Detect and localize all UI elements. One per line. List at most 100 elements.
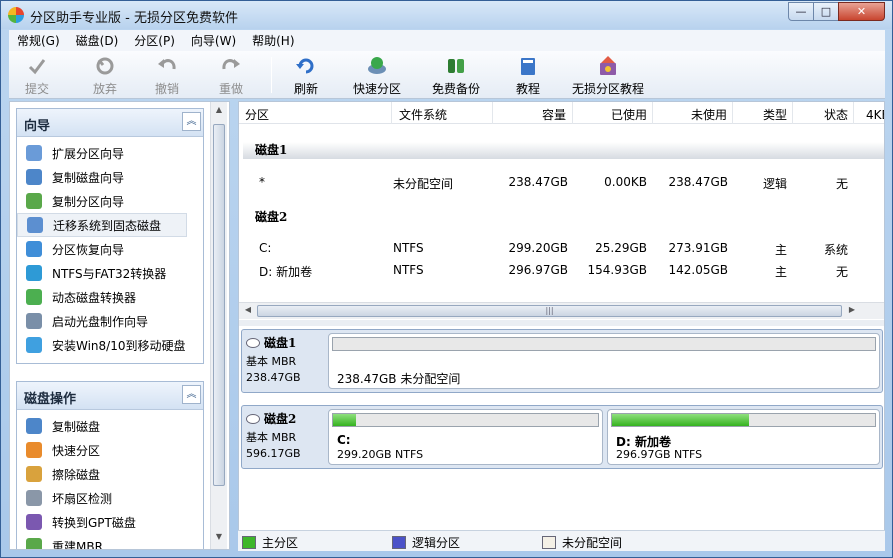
legend-bar: 主分区 逻辑分区 未分配空间 bbox=[238, 530, 885, 551]
partition-c[interactable]: C: 299.20GB NTFS bbox=[328, 409, 603, 465]
recovery-icon bbox=[26, 241, 42, 257]
partition-c-usage-bar bbox=[332, 413, 599, 427]
legend-unallocated-label: 未分配空间 bbox=[562, 536, 623, 550]
free-backup-button[interactable]: 免费备份 bbox=[432, 55, 480, 97]
scroll-up-arrow-icon[interactable]: ▲ bbox=[213, 105, 225, 119]
op-wipe-disk[interactable]: 擦除磁盘 bbox=[17, 462, 203, 486]
undo-button[interactable]: 撤销 bbox=[155, 55, 179, 97]
op-copy-disk[interactable]: 复制磁盘 bbox=[17, 414, 203, 438]
sidebar-scroll-thumb[interactable] bbox=[213, 124, 225, 486]
rebuild-mbr-icon bbox=[26, 538, 42, 549]
tutorial-button[interactable]: 教程 bbox=[516, 55, 540, 97]
wizard-item-label: 启动光盘制作向导 bbox=[52, 314, 149, 329]
cell-capacity: 238.47GB bbox=[508, 175, 568, 189]
ntfs-convert-icon bbox=[26, 265, 42, 281]
column-divider[interactable] bbox=[732, 102, 733, 124]
quick-partition-button[interactable]: 快速分区 bbox=[353, 55, 401, 97]
menu-help[interactable]: 帮助(H) bbox=[244, 32, 302, 49]
minimize-button[interactable]: — bbox=[788, 2, 814, 21]
column-divider[interactable] bbox=[492, 102, 493, 124]
maximize-button[interactable]: □ bbox=[813, 2, 839, 21]
gpt-convert-icon bbox=[26, 514, 42, 530]
op-convert-gpt[interactable]: 转换到GPT磁盘 bbox=[17, 510, 203, 534]
disk-ops-panel-header: 磁盘操作 ︽ bbox=[17, 382, 203, 410]
menu-disk[interactable]: 磁盘(D) bbox=[68, 32, 127, 49]
disk1-unallocated-partition[interactable]: 238.47GB 未分配空间 bbox=[328, 333, 880, 389]
close-button[interactable]: ✕ bbox=[838, 2, 885, 21]
disk2-group-label[interactable]: 磁盘2 bbox=[255, 208, 287, 225]
col-4k-align[interactable]: 4KB对 bbox=[866, 106, 884, 123]
wizard-ntfs-fat32[interactable]: NTFS与FAT32转换器 bbox=[17, 261, 203, 285]
col-free[interactable]: 未使用 bbox=[691, 106, 727, 123]
op-bad-sector-check[interactable]: 坏扇区检测 bbox=[17, 486, 203, 510]
wizard-dynamic-disk[interactable]: 动态磁盘转换器 bbox=[17, 285, 203, 309]
pane-splitter[interactable] bbox=[239, 320, 884, 326]
op-rebuild-mbr[interactable]: 重建MBR bbox=[17, 534, 203, 550]
collapse-chevron-icon[interactable]: ︽ bbox=[182, 385, 201, 404]
wizard-partition-recovery[interactable]: 分区恢复向导 bbox=[17, 237, 203, 261]
redo-label: 重做 bbox=[219, 82, 244, 96]
col-partition[interactable]: 分区 bbox=[245, 106, 269, 123]
redo-button[interactable]: 重做 bbox=[219, 55, 243, 97]
discard-button[interactable]: 放弃 bbox=[93, 55, 117, 97]
title-bar[interactable]: 分区助手专业版 - 无损分区免费软件 — □ ✕ bbox=[1, 1, 892, 29]
partition-c-usage-fill bbox=[333, 414, 356, 426]
wizard-win-to-go[interactable]: 安装Win8/10到移动硬盘 bbox=[17, 333, 203, 357]
disk1-map[interactable]: 磁盘1 基本 MBR 238.47GB 238.47GB 未分配空间 bbox=[241, 329, 883, 393]
wizard-migrate-os-ssd[interactable]: 迁移系统到固态磁盘 bbox=[17, 213, 187, 237]
column-divider[interactable] bbox=[572, 102, 573, 124]
disk1-size: 238.47GB bbox=[246, 371, 301, 384]
disk1-group-row[interactable]: 磁盘1 bbox=[243, 142, 884, 159]
column-divider[interactable] bbox=[391, 102, 392, 124]
col-filesystem[interactable]: 文件系统 bbox=[399, 106, 447, 123]
lossless-tutorial-button[interactable]: 无损分区教程 bbox=[572, 55, 644, 97]
copy-disk-icon bbox=[26, 169, 42, 185]
wizard-item-label: NTFS与FAT32转换器 bbox=[52, 266, 167, 281]
menu-wizard[interactable]: 向导(W) bbox=[183, 32, 244, 49]
col-status[interactable]: 状态 bbox=[824, 106, 848, 123]
col-used[interactable]: 已使用 bbox=[611, 106, 647, 123]
table-scroll-thumb[interactable]: ||| bbox=[257, 305, 842, 317]
disk-icon bbox=[246, 337, 260, 348]
disk1-name: 磁盘1 bbox=[264, 336, 297, 350]
op-item-label: 转换到GPT磁盘 bbox=[52, 515, 136, 530]
cell-used: 0.00KB bbox=[604, 175, 647, 189]
sidebar-scrollbar[interactable]: ▲ ▼ bbox=[210, 102, 227, 549]
disk1-info: 磁盘1 基本 MBR 238.47GB bbox=[246, 334, 326, 384]
disk2-map[interactable]: 磁盘2 基本 MBR 596.17GB C: 299.20GB NTFS D: … bbox=[241, 405, 883, 469]
toolbar-separator bbox=[271, 57, 272, 93]
column-divider[interactable] bbox=[853, 102, 854, 124]
quick-partition-icon bbox=[26, 442, 42, 458]
scroll-down-arrow-icon[interactable]: ▼ bbox=[213, 532, 225, 546]
menu-general[interactable]: 常规(G) bbox=[9, 32, 68, 49]
commit-button[interactable]: 提交 bbox=[25, 55, 49, 97]
legend-primary-label: 主分区 bbox=[262, 536, 299, 550]
table-horizontal-scrollbar[interactable]: ◀ ||| ▶ bbox=[239, 302, 884, 319]
cell-used: 25.29GB bbox=[595, 241, 647, 255]
collapse-chevron-icon[interactable]: ︽ bbox=[182, 112, 201, 131]
partition-d[interactable]: D: 新加卷 296.97GB NTFS bbox=[607, 409, 880, 465]
legend-logical: 逻辑分区 bbox=[392, 534, 460, 551]
menu-partition[interactable]: 分区(P) bbox=[126, 32, 183, 49]
disk2-kind: 基本 MBR bbox=[246, 431, 297, 444]
op-item-label: 重建MBR bbox=[52, 539, 103, 550]
col-capacity[interactable]: 容量 bbox=[542, 106, 566, 123]
disk2-size: 596.17GB bbox=[246, 447, 301, 460]
col-type[interactable]: 类型 bbox=[763, 106, 787, 123]
wizard-panel: 向导 ︽ 扩展分区向导 复制磁盘向导 复制分区向导 迁移系统到固态磁盘 分区恢复… bbox=[16, 108, 204, 364]
cell-partition: C: bbox=[259, 241, 272, 255]
scroll-right-arrow-icon[interactable]: ▶ bbox=[846, 305, 858, 319]
wizard-item-label: 复制分区向导 bbox=[52, 194, 125, 209]
wizard-extend-partition[interactable]: 扩展分区向导 bbox=[17, 141, 203, 165]
column-divider[interactable] bbox=[652, 102, 653, 124]
scroll-left-arrow-icon[interactable]: ◀ bbox=[242, 305, 254, 319]
column-divider[interactable] bbox=[792, 102, 793, 124]
partition-d-desc: 296.97GB NTFS bbox=[616, 448, 703, 461]
tutorial-book-icon bbox=[521, 58, 535, 75]
wizard-boot-cd[interactable]: 启动光盘制作向导 bbox=[17, 309, 203, 333]
op-quick-partition[interactable]: 快速分区 bbox=[17, 438, 203, 462]
partition-d-usage-fill bbox=[612, 414, 749, 426]
wizard-copy-disk[interactable]: 复制磁盘向导 bbox=[17, 165, 203, 189]
wizard-copy-partition[interactable]: 复制分区向导 bbox=[17, 189, 203, 213]
refresh-button[interactable]: 刷新 bbox=[294, 55, 318, 97]
